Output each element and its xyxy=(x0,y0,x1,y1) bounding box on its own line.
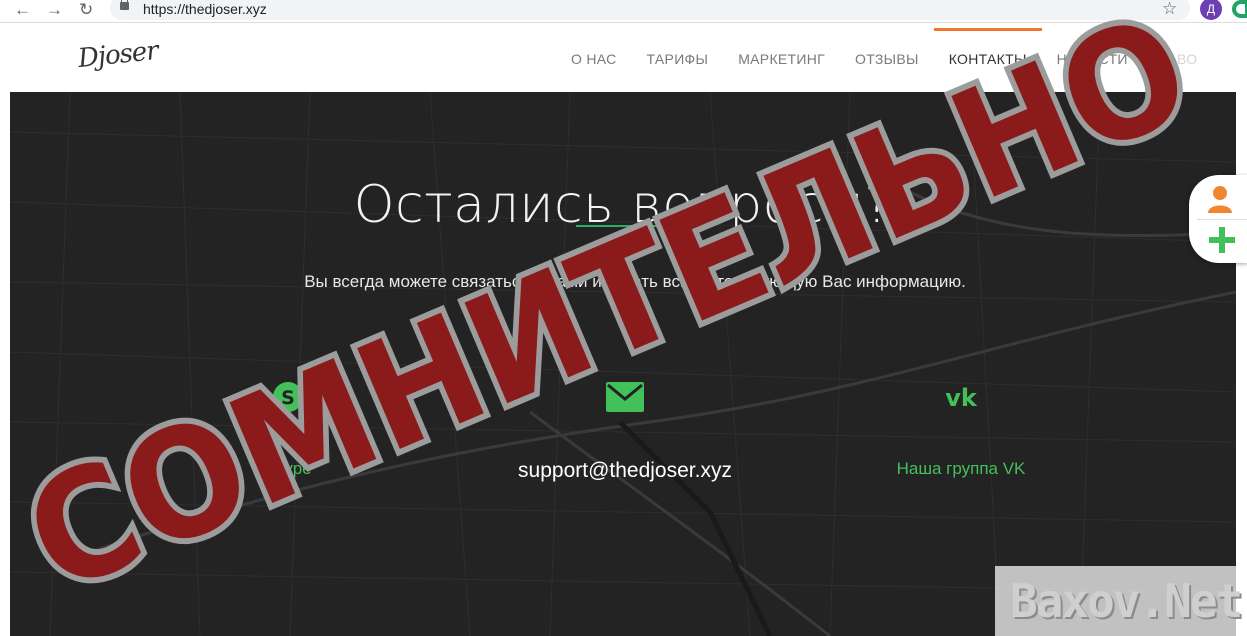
plus-icon[interactable] xyxy=(1209,227,1235,253)
menu-item-faq[interactable]: ЧАВО xyxy=(1143,28,1213,92)
lock-icon xyxy=(120,0,129,10)
menu-item-news[interactable]: НОВОСТИ xyxy=(1042,28,1143,92)
site-header: Djoser О НАС ТАРИФЫ МАРКЕТИНГ ОТЗЫВЫ КОН… xyxy=(10,28,1236,92)
menu-item-about[interactable]: О НАС xyxy=(556,28,632,92)
menu-item-tariffs[interactable]: ТАРИФЫ xyxy=(632,28,724,92)
map-background xyxy=(10,92,1236,636)
bookmark-star-icon[interactable]: ☆ xyxy=(1162,0,1177,19)
vk-contact[interactable]: vk Наша группа VK xyxy=(851,377,1071,479)
contacts-section: Остались вопросы? Вы всегда можете связа… xyxy=(10,92,1236,636)
extension-icon[interactable] xyxy=(1232,0,1247,18)
site-logo[interactable]: Djoser xyxy=(77,36,159,74)
menu-item-reviews[interactable]: ОТЗЫВЫ xyxy=(840,28,934,92)
menu-item-marketing[interactable]: МАРКЕТИНГ xyxy=(723,28,840,92)
reload-button[interactable]: ↻ xyxy=(79,1,93,19)
forward-button[interactable]: → xyxy=(46,1,63,19)
back-button[interactable]: ← xyxy=(14,1,31,19)
vk-group-link[interactable]: Наша группа VK xyxy=(851,459,1071,479)
skype-label[interactable]: Skype xyxy=(178,459,398,479)
skype-contact[interactable]: S Skype xyxy=(178,377,398,479)
support-email[interactable]: support@thedjoser.xyz xyxy=(515,459,735,483)
brand-watermark: Baxov.Net xyxy=(1010,574,1243,628)
profile-avatar[interactable]: Д xyxy=(1200,0,1222,20)
svg-text:S: S xyxy=(281,387,295,409)
menu-item-contacts[interactable]: КОНТАКТЫ xyxy=(933,28,1042,92)
skype-icon: S xyxy=(178,377,398,417)
address-bar[interactable] xyxy=(110,0,1190,20)
url-text[interactable]: https://thedjoser.xyz xyxy=(143,1,267,17)
vk-icon: vk xyxy=(851,377,1071,417)
user-icon[interactable] xyxy=(1207,185,1233,213)
section-subtitle: Вы всегда можете связаться с нами и узна… xyxy=(304,272,966,291)
floating-divider xyxy=(1197,219,1247,220)
envelope-icon xyxy=(515,377,735,417)
main-menu: О НАС ТАРИФЫ МАРКЕТИНГ ОТЗЫВЫ КОНТАКТЫ Н… xyxy=(556,28,1212,92)
floating-actions xyxy=(1189,175,1247,263)
browser-toolbar: ← → ↻ https://thedjoser.xyz ☆ Д xyxy=(0,0,1247,23)
title-divider xyxy=(576,225,674,227)
email-contact[interactable]: support@thedjoser.xyz xyxy=(515,377,735,483)
svg-text:vk: vk xyxy=(945,384,978,410)
